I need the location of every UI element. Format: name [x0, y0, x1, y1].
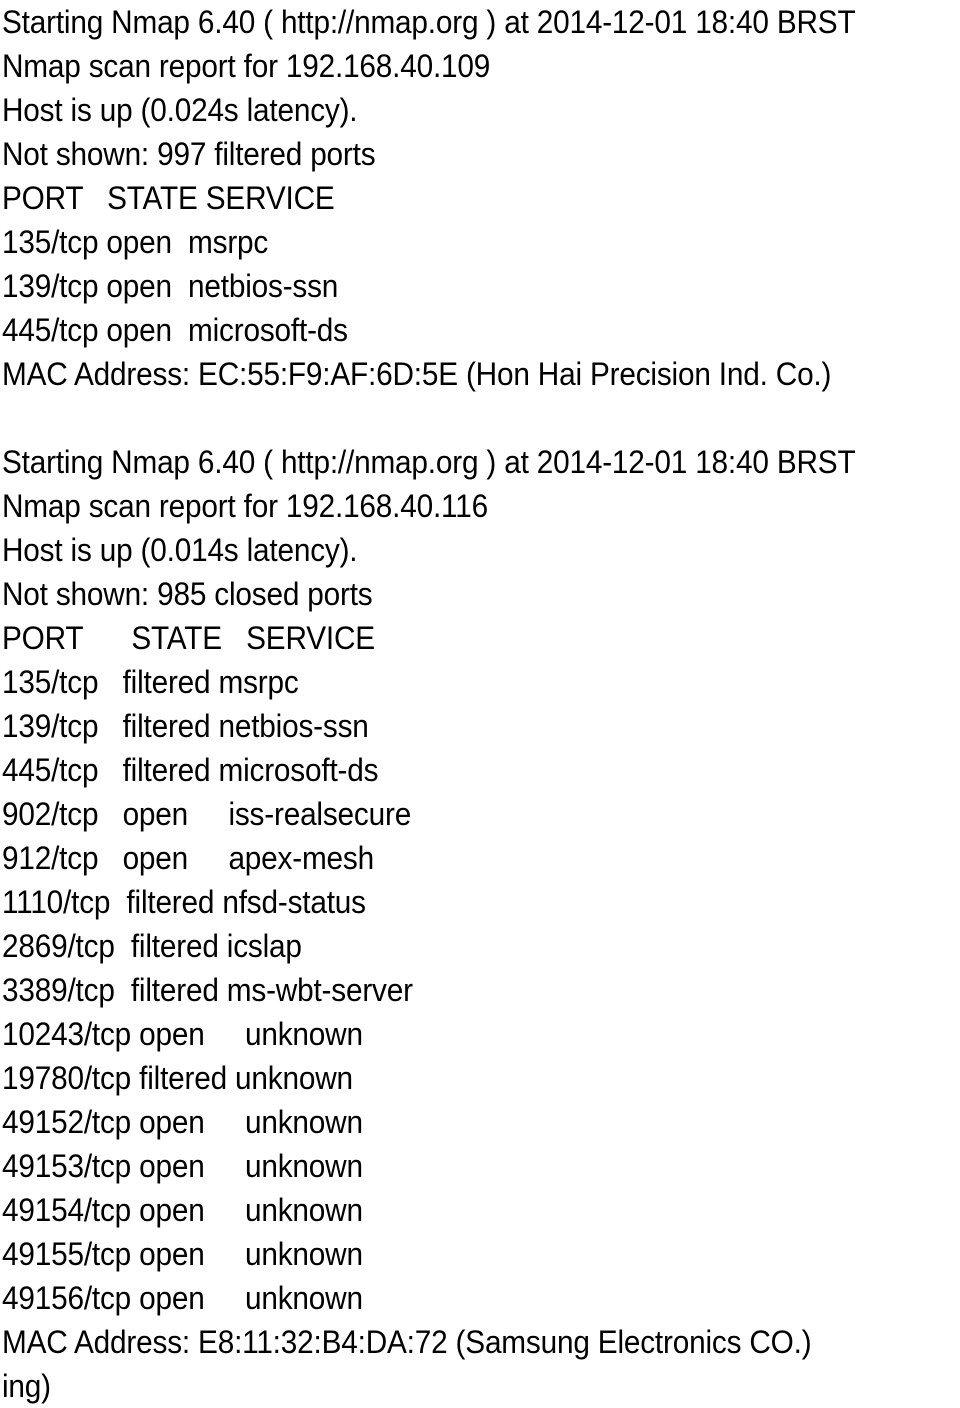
host-status-line: Host is up (0.014s latency). — [2, 532, 358, 568]
host-status-line: Host is up (0.024s latency). — [2, 92, 358, 128]
scan-report-block: Starting Nmap 6.40 ( http://nmap.org ) a… — [2, 440, 958, 1364]
port-row: 3389/tcp filtered ms-wbt-server — [2, 972, 413, 1008]
document-page: Starting Nmap 6.40 ( http://nmap.org ) a… — [0, 0, 960, 1404]
scan-report-block: Starting Nmap 6.40 ( http://nmap.org ) a… — [2, 0, 958, 396]
port-table-header: PORT STATE SERVICE — [2, 620, 375, 656]
port-row: 135/tcp filtered msrpc — [2, 664, 299, 700]
not-shown-ports-line: Not shown: 985 closed ports — [2, 576, 373, 612]
port-row: 49153/tcp open unknown — [2, 1148, 363, 1184]
port-row: 139/tcp filtered netbios-ssn — [2, 708, 369, 744]
mac-address-line: MAC Address: E8:11:32:B4:DA:72 (Samsung … — [2, 1324, 812, 1360]
port-row: 135/tcp open msrpc — [2, 224, 269, 260]
port-row: 445/tcp filtered microsoft-ds — [2, 752, 379, 788]
port-row: 49155/tcp open unknown — [2, 1236, 363, 1272]
port-row: 902/tcp open iss-realsecure — [2, 796, 412, 832]
nmap-banner-line: Starting Nmap 6.40 ( http://nmap.org ) a… — [2, 4, 856, 40]
port-row: 445/tcp open microsoft-ds — [2, 312, 348, 348]
scan-report-target-line: Nmap scan report for 192.168.40.116 — [2, 488, 488, 524]
nmap-scan-output: Starting Nmap 6.40 ( http://nmap.org ) a… — [2, 0, 958, 1408]
port-row: 1110/tcp filtered nfsd-status — [2, 884, 366, 920]
port-table-header: PORT STATE SERVICE — [2, 180, 335, 216]
scan-report-target-line: Nmap scan report for 192.168.40.109 — [2, 48, 491, 84]
blank-separator-line — [2, 396, 891, 440]
mac-address-line: MAC Address: EC:55:F9:AF:6D:5E (Hon Hai … — [2, 356, 832, 392]
port-row: 10243/tcp open unknown — [2, 1016, 363, 1052]
port-row: 49156/tcp open unknown — [2, 1280, 363, 1316]
port-row: 2869/tcp filtered icslap — [2, 928, 302, 964]
trailing-fragment-line: ing) — [2, 1368, 51, 1404]
port-row: 912/tcp open apex-mesh — [2, 840, 374, 876]
port-row: 49152/tcp open unknown — [2, 1104, 363, 1140]
port-row: 19780/tcp filtered unknown — [2, 1060, 353, 1096]
port-row: 139/tcp open netbios-ssn — [2, 268, 339, 304]
not-shown-ports-line: Not shown: 997 filtered ports — [2, 136, 376, 172]
port-row: 49154/tcp open unknown — [2, 1192, 363, 1228]
nmap-banner-line: Starting Nmap 6.40 ( http://nmap.org ) a… — [2, 444, 856, 480]
